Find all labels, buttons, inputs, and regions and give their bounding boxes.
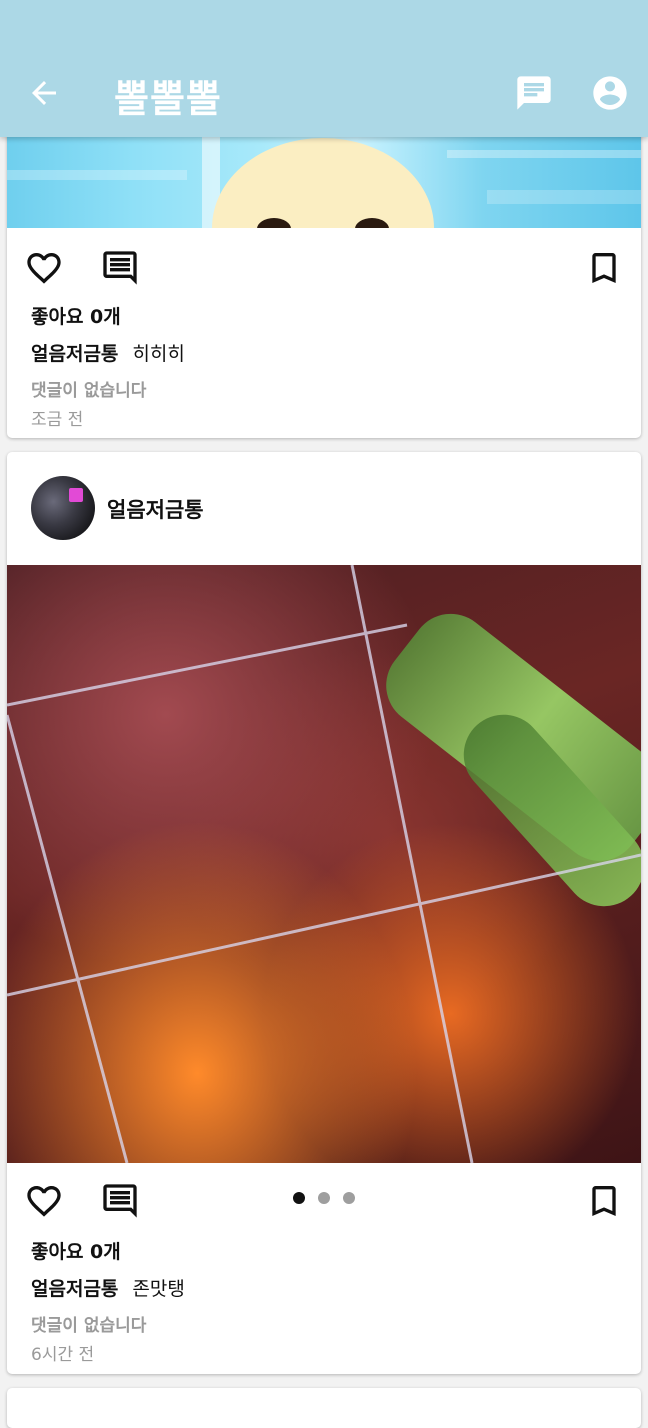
- like-count: 좋아요 0개: [31, 1241, 121, 1263]
- post-header: 얼음저금통: [7, 452, 641, 565]
- bookmark-icon[interactable]: [584, 1181, 624, 1221]
- account-circle-icon[interactable]: [590, 73, 630, 113]
- heart-icon[interactable]: [24, 248, 64, 288]
- grill-grate: [7, 565, 641, 1163]
- post-photo[interactable]: [7, 565, 641, 1163]
- post-time: 조금 전: [31, 410, 84, 430]
- avatar[interactable]: [31, 476, 95, 540]
- carousel-dot[interactable]: [293, 1192, 305, 1204]
- chat-icon[interactable]: [514, 73, 554, 113]
- heart-icon[interactable]: [24, 1181, 64, 1221]
- like-count: 좋아요 0개: [31, 306, 121, 328]
- caption-username[interactable]: 얼음저금통: [31, 343, 118, 365]
- app-bar: 뽈뽈뽈: [0, 0, 648, 137]
- caption-username[interactable]: 얼음저금통: [31, 1278, 118, 1300]
- comment-icon[interactable]: [100, 248, 140, 288]
- caption: 얼음저금통 존맛탱: [31, 1274, 185, 1301]
- post-card: 좋아요 0개 얼음저금통 히히히 댓글이 없습니다 조금 전: [7, 110, 641, 438]
- carousel-dot[interactable]: [318, 1192, 330, 1204]
- comment-icon[interactable]: [100, 1181, 140, 1221]
- caption: 얼음저금통 히히히: [31, 339, 185, 366]
- post-time: 6시간 전: [31, 1345, 95, 1365]
- comments-link[interactable]: 댓글이 없습니다: [31, 376, 146, 401]
- post-card: [7, 1388, 641, 1428]
- carousel-dot[interactable]: [343, 1192, 355, 1204]
- arrow-back-icon[interactable]: [26, 75, 62, 111]
- caption-text: 히히히: [132, 343, 185, 365]
- post-card: 얼음저금통 좋아요 0개 얼음저금통 존맛탱 댓글이 없습니다 6시간 전: [7, 452, 641, 1374]
- page-title: 뽈뽈뽈: [114, 77, 222, 121]
- bookmark-icon[interactable]: [584, 248, 624, 288]
- carousel-indicator: [293, 1189, 368, 1208]
- post-actions: [7, 248, 641, 298]
- comments-link[interactable]: 댓글이 없습니다: [31, 1311, 146, 1336]
- character-face: [212, 138, 434, 228]
- caption-text: 존맛탱: [132, 1278, 185, 1300]
- post-username[interactable]: 얼음저금통: [107, 494, 204, 524]
- post-actions: [7, 1181, 641, 1231]
